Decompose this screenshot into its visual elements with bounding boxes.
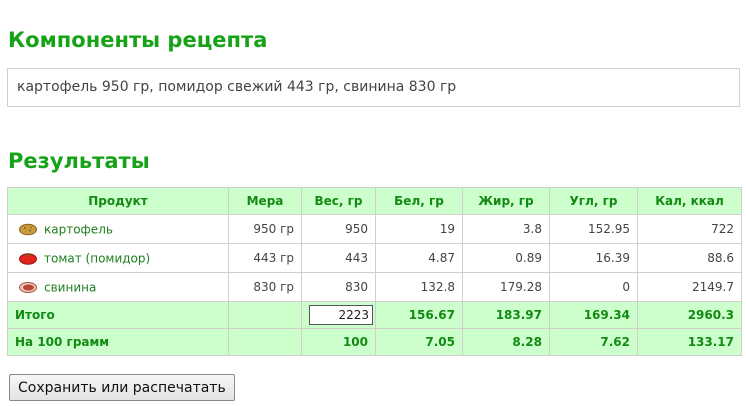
fat-cell: 3.8 [462,214,550,244]
results-table: Продукт Мера Вес, гр Бел, гр Жир, гр Угл… [7,187,742,356]
product-link-pork[interactable]: свинина [44,280,96,294]
page: Компоненты рецепта картофель 950 гр, пом… [0,0,746,406]
col-header-kcal: Кал, ккал [637,187,742,215]
table-row: свинина 830 гр 830 132.8 179.28 0 2149.7 [7,272,742,302]
fat-cell: 0.89 [462,243,550,273]
weight-cell: 443 [301,243,376,273]
col-header-protein: Бел, гр [375,187,463,215]
kcal-cell: 2149.7 [637,272,742,302]
col-header-fat: Жир, гр [462,187,550,215]
carbs-cell: 0 [549,272,638,302]
per100-protein-cell: 7.05 [375,328,463,356]
recipe-components-heading: Компоненты рецепта [8,28,268,52]
kcal-cell: 88.6 [637,243,742,273]
total-fat-cell: 183.97 [462,301,550,329]
pork-icon [19,282,37,294]
measure-cell: 830 гр [228,272,302,302]
carbs-cell: 152.95 [549,214,638,244]
total-label: Итого [7,301,229,329]
col-header-product: Продукт [7,187,229,215]
table-row: картофель 950 гр 950 19 3.8 152.95 722 [7,214,742,244]
total-weight-cell: 2223 [301,301,376,329]
protein-cell: 19 [375,214,463,244]
total-kcal-cell: 2960.3 [637,301,742,329]
measure-cell: 443 гр [228,243,302,273]
potato-icon [19,223,37,236]
col-header-carbs: Угл, гр [549,187,638,215]
per100-weight-cell: 100 [301,328,376,356]
product-cell: картофель [7,214,229,244]
protein-cell: 4.87 [375,243,463,273]
measure-cell: 950 гр [228,214,302,244]
table-row: томат (помидор) 443 гр 443 4.87 0.89 16.… [7,243,742,273]
kcal-cell: 722 [637,214,742,244]
per100-measure-cell [228,328,302,356]
recipe-components-input[interactable]: картофель 950 гр, помидор свежий 443 гр,… [7,68,740,107]
tomato-icon [19,253,37,265]
save-or-print-button[interactable]: Сохранить или распечатать [9,374,235,401]
total-row: Итого 2223 156.67 183.97 169.34 2960.3 [7,301,742,329]
col-header-weight: Вес, гр [301,187,376,215]
total-protein-cell: 156.67 [375,301,463,329]
product-link-potato[interactable]: картофель [44,222,113,236]
total-measure-cell [228,301,302,329]
weight-cell: 830 [301,272,376,302]
product-cell: томат (помидор) [7,243,229,273]
total-carbs-cell: 169.34 [549,301,638,329]
weight-cell: 950 [301,214,376,244]
results-heading: Результаты [8,149,150,173]
per100-label: На 100 грамм [7,328,229,356]
table-header-row: Продукт Мера Вес, гр Бел, гр Жир, гр Угл… [7,187,742,215]
per100-fat-cell: 8.28 [462,328,550,356]
per100-carbs-cell: 7.62 [549,328,638,356]
product-cell: свинина [7,272,229,302]
product-link-tomato[interactable]: томат (помидор) [44,251,150,265]
protein-cell: 132.8 [375,272,463,302]
per100-row: На 100 грамм 100 7.05 8.28 7.62 133.17 [7,328,742,356]
total-weight-input[interactable]: 2223 [309,305,373,325]
fat-cell: 179.28 [462,272,550,302]
col-header-measure: Мера [228,187,302,215]
carbs-cell: 16.39 [549,243,638,273]
per100-kcal-cell: 133.17 [637,328,742,356]
